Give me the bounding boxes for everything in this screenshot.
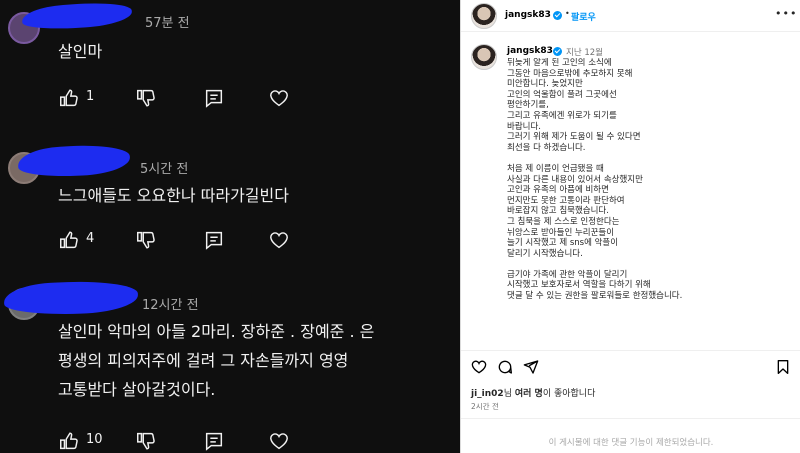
caption-text: 뒤늦게 알게 된 고인의 소식에 그동안 마음으로밖에 추모하지 못해 미안합니… [507, 58, 683, 302]
heart-button[interactable] [268, 229, 290, 251]
reply-button[interactable] [203, 87, 225, 109]
comment-text: 살인마 [58, 42, 103, 61]
post-time-ago: 2시간 전 [471, 402, 499, 411]
comment-actions: 1 [58, 87, 308, 111]
comments-panel: 57분 전 살인마 1 5시간 전 느그애들도 오요한나 따라가길빈다 4 12… [0, 0, 460, 453]
comment-time: 57분 전 [145, 16, 190, 31]
heart-button[interactable] [268, 87, 290, 109]
heart-icon [270, 433, 288, 450]
divider [461, 418, 800, 419]
reply-button[interactable] [203, 229, 225, 251]
like-count: 10 [86, 432, 103, 447]
comment-button[interactable] [497, 359, 513, 375]
like-button[interactable]: 10 [58, 430, 103, 452]
like-button[interactable] [471, 359, 487, 375]
comments-limited-notice: 이 게시물에 대한 댓글 기능이 제한되었습니다. [548, 438, 714, 448]
comment-icon [498, 360, 512, 374]
bookmark-icon [777, 360, 789, 374]
like-button[interactable]: 1 [58, 87, 94, 109]
heart-button[interactable] [268, 430, 290, 452]
reply-icon [205, 432, 223, 451]
thumb-down-icon [137, 432, 155, 450]
thumb-down-icon [137, 89, 155, 107]
like-button[interactable]: 4 [58, 229, 94, 251]
heart-icon [471, 360, 487, 374]
heart-icon [270, 90, 288, 107]
divider [461, 350, 800, 351]
dislike-button[interactable] [135, 87, 157, 109]
comment-text: 느그애들도 오요한나 따라가길빈다 [58, 186, 289, 205]
share-button[interactable] [523, 359, 539, 375]
username[interactable]: jangsk83 [505, 10, 551, 20]
reply-icon [205, 231, 223, 250]
liked-by-user[interactable]: ji_in02 [471, 389, 504, 399]
like-count: 4 [86, 231, 95, 246]
verified-icon [553, 47, 562, 56]
comment-time: 12시간 전 [142, 298, 199, 313]
bookmark-button[interactable] [775, 359, 791, 375]
comment-item: 12시간 전 살인마 악마의 아들 2마리. 장하준 . 장예준 . 은 평생의… [0, 279, 460, 453]
redaction-scribble [3, 279, 139, 317]
post-header: jangsk83 • 팔로우 ••• [461, 0, 800, 32]
avatar[interactable] [471, 3, 497, 29]
comment-item: 5시간 전 느그애들도 오요한나 따라가길빈다 4 [0, 140, 460, 270]
comment-text: 살인마 악마의 아들 2마리. 장하준 . 장예준 . 은 평생의 피의저주에 … [58, 322, 375, 399]
dislike-button[interactable] [135, 430, 157, 452]
reply-button[interactable] [203, 430, 225, 452]
follow-button[interactable]: 팔로우 [571, 10, 596, 23]
share-icon [523, 360, 539, 374]
avatar[interactable] [471, 44, 497, 70]
redaction-scribble [21, 0, 133, 32]
comment-actions: 10 [58, 430, 308, 453]
reply-icon [205, 89, 223, 108]
heart-icon [270, 232, 288, 249]
thumb-up-icon [60, 231, 78, 249]
more-options-icon[interactable]: ••• [775, 7, 797, 20]
comment-time: 5시간 전 [140, 162, 189, 177]
dislike-button[interactable] [135, 229, 157, 251]
like-count: 1 [86, 89, 95, 104]
thumb-up-icon [60, 89, 78, 107]
redaction-scribble [17, 143, 131, 179]
comment-item: 57분 전 살인마 1 [0, 0, 460, 120]
thumb-up-icon [60, 432, 78, 450]
liked-by-others[interactable]: 여러 명 [515, 389, 543, 399]
thumb-down-icon [137, 231, 155, 249]
likes-summary: ji_in02님 여러 명이 좋아합니다 [471, 389, 596, 399]
verified-icon [553, 11, 562, 20]
caption-time: 지난 12월 [566, 48, 603, 58]
caption-username[interactable]: jangsk83 [507, 46, 553, 56]
comment-actions: 4 [58, 229, 308, 253]
instagram-post-panel: jangsk83 • 팔로우 ••• jangsk83 지난 12월 뒤늦게 알… [460, 0, 800, 453]
